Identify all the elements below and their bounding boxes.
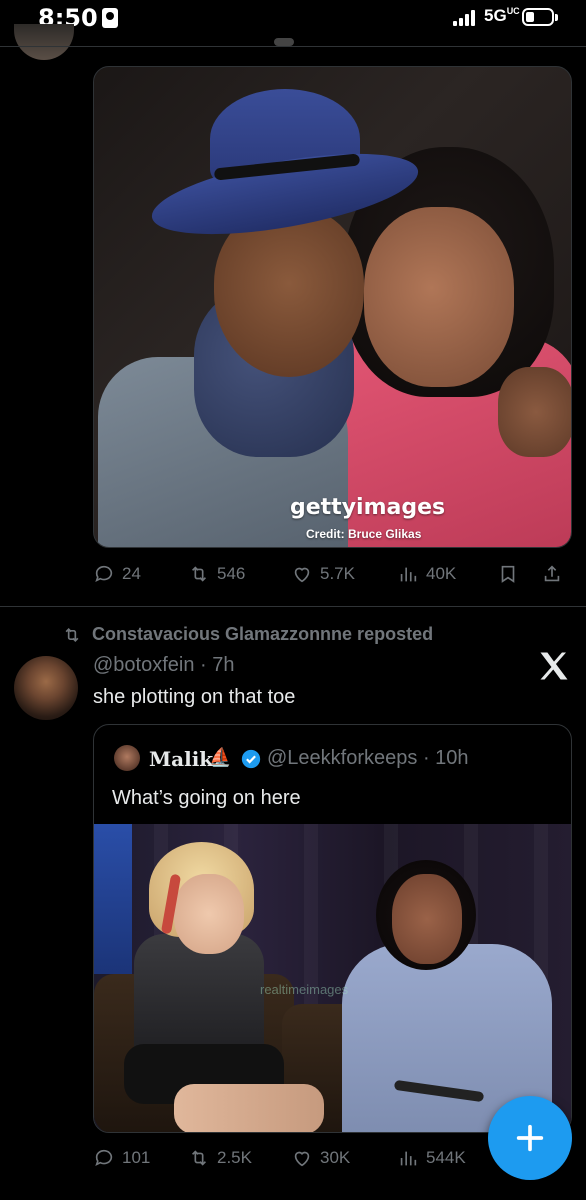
x-logo-icon[interactable] (536, 648, 572, 684)
reply-count: 24 (122, 564, 141, 583)
tweet-author-line[interactable]: @botoxfein · 7h (93, 654, 235, 677)
image-watermark: realtimeimages (260, 982, 349, 997)
sim-icon (102, 8, 118, 28)
signal-icon (453, 10, 479, 26)
avatar[interactable] (114, 745, 140, 771)
reply-count: 101 (122, 1148, 151, 1167)
views-icon (400, 567, 417, 582)
repost-count: 546 (217, 564, 246, 583)
reply-button[interactable]: 101 (93, 1143, 150, 1173)
repost-indicator[interactable]: Constavacious Glamazzonnne reposted (62, 624, 433, 645)
like-count: 30K (320, 1148, 351, 1167)
views-button[interactable]: 40K (397, 559, 456, 589)
battery-icon (522, 8, 558, 26)
bookmark-icon (501, 565, 515, 583)
verified-icon (241, 749, 261, 769)
avatar[interactable] (14, 656, 78, 720)
tweet-text: she plotting on that toe (93, 686, 296, 708)
avatar[interactable] (14, 24, 74, 60)
like-count: 5.7K (320, 564, 355, 583)
quote-text: What’s going on here (112, 787, 301, 809)
repost-icon (65, 627, 79, 642)
like-button[interactable]: 30K (291, 1143, 350, 1173)
repost-icon (191, 566, 207, 582)
share-button[interactable] (541, 559, 563, 589)
quote-author-name: Malik (149, 747, 214, 771)
tweet-time: 7h (212, 654, 235, 676)
previous-tweet-text-fragment (274, 38, 294, 46)
network-label: 5GUC (484, 6, 520, 25)
bookmark-button[interactable] (497, 559, 519, 589)
repost-button[interactable]: 2.5K (188, 1143, 252, 1173)
views-button[interactable]: 544K (397, 1143, 466, 1173)
like-icon (294, 567, 310, 583)
views-icon (400, 1151, 417, 1166)
repost-label: Constavacious Glamazzonnne reposted (92, 624, 434, 644)
divider (0, 606, 586, 607)
quote-name-emoji: ⛵ (209, 747, 232, 767)
like-button[interactable]: 5.7K (291, 559, 355, 589)
views-count: 544K (426, 1148, 466, 1167)
getty-watermark: gettyimages (290, 495, 446, 520)
reply-button[interactable]: 24 (93, 559, 141, 589)
image-credit: Credit: Bruce Glikas (306, 527, 422, 541)
share-icon (544, 565, 560, 582)
repost-button[interactable]: 546 (188, 559, 245, 589)
status-bar: 8:50 5GUC (0, 0, 586, 40)
repost-count: 2.5K (217, 1148, 252, 1167)
reply-icon (95, 565, 113, 582)
views-count: 40K (426, 564, 457, 583)
author-handle: @botoxfein (93, 654, 195, 676)
compose-plus-icon (516, 1124, 544, 1152)
repost-icon (191, 1150, 207, 1166)
like-icon (294, 1151, 310, 1167)
tweet-actions: 24 546 5.7K 40K (93, 559, 573, 589)
compose-button[interactable] (488, 1096, 572, 1180)
tweet-image[interactable]: gettyimages Credit: Bruce Glikas (93, 66, 572, 548)
quote-author-line: @Leekkforkeeps · 10h (267, 747, 469, 769)
quote-image[interactable]: realtimeimages (94, 824, 571, 1132)
reply-icon (95, 1149, 113, 1166)
divider (0, 46, 586, 47)
quote-tweet[interactable]: Malik ⛵ @Leekkforkeeps · 10h What’s goin… (93, 724, 572, 1133)
image-hat (146, 89, 424, 250)
